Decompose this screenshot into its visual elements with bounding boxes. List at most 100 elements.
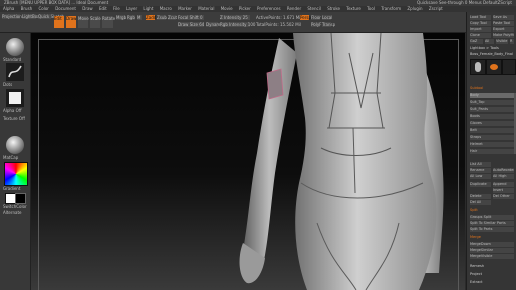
save-as-button[interactable]: Save As [493, 15, 514, 20]
menu-macro[interactable]: Macro [160, 6, 172, 11]
clone-button[interactable]: Clone [470, 33, 491, 38]
rgb-intensity-slider[interactable]: Rgb Intensity 100 [220, 22, 255, 27]
menu-render[interactable]: Render [287, 6, 301, 11]
transp-button[interactable]: Transp [322, 22, 335, 27]
menu-tool[interactable]: Tool [367, 6, 375, 11]
rotate-button[interactable]: Rotate [102, 16, 115, 28]
load-tool-button[interactable]: Load Tool [470, 15, 491, 20]
subtool-item[interactable]: Belt [470, 128, 514, 133]
split-to-parts-button[interactable]: Split To Parts [470, 227, 514, 232]
menu-alpha[interactable]: Alpha [3, 6, 14, 11]
split-header[interactable]: Split [470, 208, 478, 213]
export-button[interactable]: Export [493, 27, 514, 32]
focal-shift-slider[interactable]: Focal Shift 0 [178, 15, 204, 20]
menu-marker[interactable]: Marker [178, 6, 192, 11]
subtool-item[interactable]: Suit_Pants [470, 107, 514, 112]
floor-button[interactable]: Floor [311, 15, 321, 20]
subtool-item[interactable]: Hair [470, 149, 514, 154]
copy-tool-button[interactable]: Copy Tool [470, 21, 491, 26]
all-high-button[interactable]: All High [493, 174, 514, 179]
secondary-color-swatch[interactable] [15, 193, 26, 204]
subtool-item[interactable]: Helmet [470, 142, 514, 147]
delete-button[interactable]: Delete [470, 194, 491, 199]
lightbox-tools-button[interactable]: Lightbox > Tools [470, 46, 499, 51]
subtool-item[interactable]: Suit_Top [470, 100, 514, 105]
tool-thumbnail-2[interactable] [486, 59, 502, 75]
mrgb-button[interactable]: Mrgb [116, 15, 126, 20]
all-low-button[interactable]: All Low [470, 174, 491, 179]
menu-stroke[interactable]: Stroke [327, 6, 340, 11]
dynamic-button[interactable]: Dynamic [206, 22, 224, 27]
sculpt-model[interactable] [31, 33, 465, 290]
color-picker[interactable] [4, 162, 28, 186]
canvas-viewport[interactable] [31, 33, 465, 290]
menu-brush[interactable]: Brush [21, 6, 33, 11]
make-polymesh-button[interactable]: Make PolyMesh3D [493, 33, 514, 38]
menu-layer[interactable]: Layer [126, 6, 137, 11]
merge-header[interactable]: Merge [470, 235, 481, 240]
draw-button[interactable]: Draw [66, 16, 76, 28]
subtool-item[interactable]: Boots [470, 114, 514, 119]
move-button[interactable]: Move [78, 16, 89, 28]
tool-thumbnail[interactable] [470, 59, 486, 75]
edit-button[interactable]: Edit [54, 16, 64, 28]
alternate-button[interactable]: Alternate [3, 210, 27, 215]
alpha-icon[interactable] [6, 89, 24, 107]
menu-color[interactable]: Color [38, 6, 48, 11]
merge-visible-button[interactable]: MergeVisible [470, 254, 514, 259]
zsub-button[interactable]: Zsub [157, 15, 167, 20]
rename-button[interactable]: Rename [470, 168, 491, 173]
paste-tool-button[interactable]: Paste Tool [493, 21, 514, 26]
subtool-item[interactable]: Body [470, 93, 514, 98]
visible-button[interactable]: Visible [496, 39, 508, 44]
menu-texture[interactable]: Texture [346, 6, 361, 11]
groups-split-button[interactable]: Groups Split [470, 215, 514, 220]
menu-material[interactable]: Material [198, 6, 214, 11]
m-button[interactable]: M [137, 15, 142, 20]
rgb-button[interactable]: Rgb [127, 15, 135, 20]
del-all-button[interactable]: Del All [470, 200, 491, 205]
menu-zscript[interactable]: Zscript [429, 6, 443, 11]
menu-edit[interactable]: Edit [99, 6, 107, 11]
remesh-header[interactable]: Remesh [470, 264, 484, 269]
menu-document[interactable]: Document [55, 6, 76, 11]
tool-thumbnail-3[interactable] [502, 59, 516, 75]
goz-button[interactable]: GoZ [470, 39, 483, 44]
zcut-button[interactable]: Zcut [168, 15, 177, 20]
menu-movie[interactable]: Movie [221, 6, 233, 11]
append-button[interactable]: Append [493, 182, 514, 187]
subtool-item[interactable]: Gloves [470, 121, 514, 126]
quick-sketch-button[interactable]: Quick Sketch [38, 14, 64, 19]
menu-picker[interactable]: Picker [239, 6, 251, 11]
z-intensity-slider[interactable]: Z Intensity 25 [220, 15, 250, 20]
del-other-button[interactable]: Del Other [493, 194, 514, 199]
polyframe-button[interactable]: PolyF [311, 22, 322, 27]
persp-button[interactable]: Persp [300, 15, 311, 20]
r-button[interactable]: R [510, 39, 514, 44]
menu-stencil[interactable]: Stencil [307, 6, 321, 11]
local-button[interactable]: Local [322, 15, 332, 20]
projection-master-button[interactable]: Projection Master [2, 14, 37, 19]
menu-preferences[interactable]: Preferences [257, 6, 281, 11]
list-all-button[interactable]: List All [470, 162, 491, 167]
merge-down-button[interactable]: MergeDown [470, 242, 514, 247]
all-button[interactable]: All [485, 39, 494, 44]
subtool-item[interactable]: Straps [470, 135, 514, 140]
menu-zplugin[interactable]: Zplugin [407, 6, 422, 11]
insert-button[interactable]: Insert [493, 188, 514, 193]
import-button[interactable]: Import [470, 27, 491, 32]
subtool-header[interactable]: Subtool [470, 86, 483, 91]
merge-similar-button[interactable]: MergeSimilar [470, 248, 514, 253]
zadd-button[interactable]: Zadd [146, 15, 156, 20]
menu-draw[interactable]: Draw [82, 6, 92, 11]
extract-header[interactable]: Extract [470, 280, 483, 285]
lightbox-button[interactable]: LightBox [22, 14, 39, 19]
stroke-icon[interactable] [6, 63, 24, 81]
project-header[interactable]: Project [470, 272, 482, 277]
duplicate-button[interactable]: Duplicate [470, 182, 491, 187]
menu-transform[interactable]: Transform [381, 6, 401, 11]
draw-size-slider[interactable]: Draw Size 64 [178, 22, 204, 27]
menu-file[interactable]: File [113, 6, 120, 11]
switch-color-button[interactable]: SwitchColor [3, 204, 27, 209]
material-icon[interactable] [6, 136, 24, 154]
